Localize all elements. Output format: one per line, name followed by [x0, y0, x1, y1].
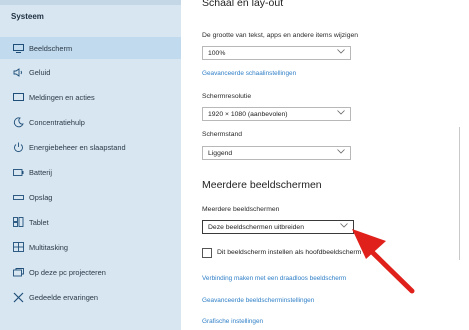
red-arrow-annotation-icon: [352, 229, 415, 294]
